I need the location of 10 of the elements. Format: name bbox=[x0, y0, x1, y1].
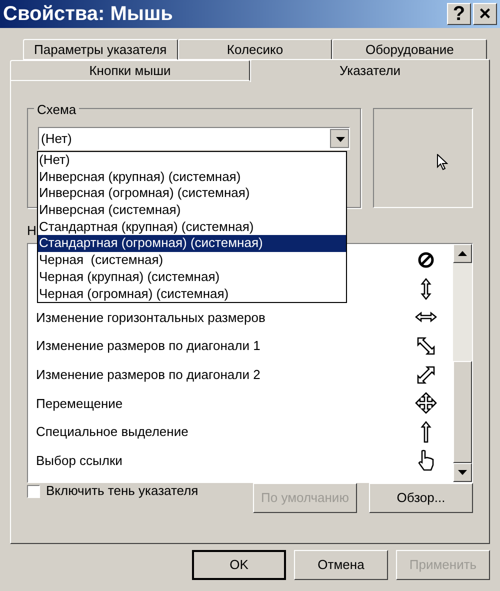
cursor-name: Перемещение bbox=[36, 394, 124, 413]
cursor-name: Изменение горизонтальных размеров bbox=[36, 308, 266, 327]
cursor-name: Специальное выделение bbox=[36, 423, 190, 442]
list-label: Н bbox=[27, 222, 36, 240]
window-title: Свойства: Мышь bbox=[3, 2, 174, 27]
cursor-name: Изменение размеров по диагонали 1 bbox=[36, 337, 262, 356]
checkbox-label: Включить тень указателя bbox=[46, 482, 198, 500]
dropdown-value: (Нет) bbox=[41, 130, 73, 148]
cursor-name: Выбор ссылки bbox=[36, 452, 124, 470]
cursor-name: Изменение размеров по диагонали 2 bbox=[36, 366, 262, 384]
